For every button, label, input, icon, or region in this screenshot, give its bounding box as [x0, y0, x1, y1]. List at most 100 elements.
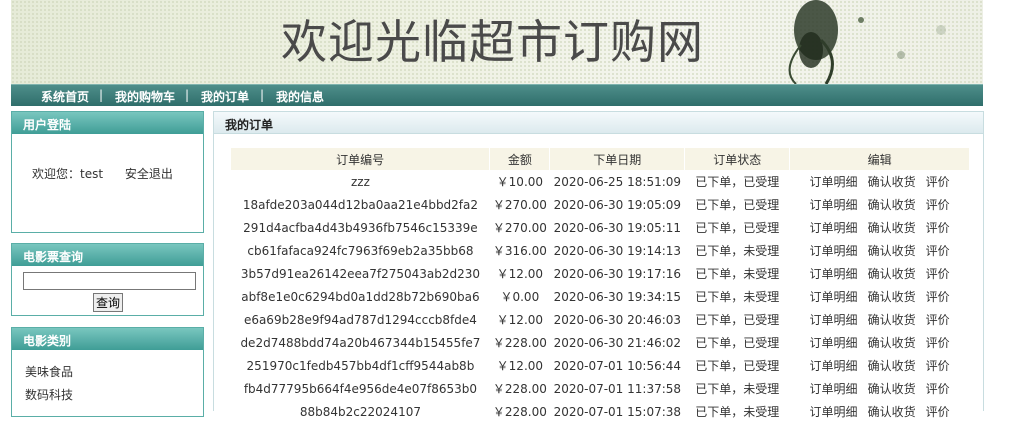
- review-link[interactable]: 评价: [926, 359, 950, 373]
- date-cell: 2020-07-01 15:07:38: [553, 404, 682, 419]
- confirm-receipt-link[interactable]: 确认收货: [868, 290, 916, 304]
- table-row: 88b84b2c22024107 ￥228.00 2020-07-01 15:07:…: [231, 400, 970, 423]
- movie-search-box: 电影票查询 查询: [11, 243, 204, 316]
- review-link[interactable]: 评价: [926, 175, 950, 189]
- review-link[interactable]: 评价: [926, 313, 950, 327]
- date-cell: 2020-07-01 10:56:44: [553, 358, 682, 373]
- order-detail-link[interactable]: 订单明细: [810, 267, 858, 281]
- status-cell: 已下单，未受理: [695, 405, 780, 419]
- confirm-receipt-link[interactable]: 确认收货: [868, 198, 916, 212]
- date-cell: 2020-06-30 19:05:11: [553, 220, 682, 235]
- category-item[interactable]: 美味食品: [25, 363, 73, 380]
- amount-cell: ￥228.00: [492, 336, 547, 350]
- table-row: fb4d77795b664f4e956de4e07f8653b0 ￥228.00 2…: [231, 377, 970, 400]
- movie-search-input[interactable]: [23, 272, 196, 290]
- table-row: de2d7488bdd74a20b467344b15455fe7 ￥228.00 2…: [231, 331, 970, 354]
- amount-cell: ￥270.00: [492, 221, 547, 235]
- welcome-text: 欢迎您：test: [32, 167, 104, 181]
- logout-link[interactable]: 安全退出: [125, 167, 173, 181]
- order-id-cell: 18afde203a044d12ba0aa21e4bbd2fa2: [242, 197, 479, 212]
- orders-panel: 我的订单 订单编号 金额 下单日期 订单状态 编辑 zzz ￥10.00 2020-…: [213, 111, 984, 419]
- order-detail-link[interactable]: 订单明细: [810, 336, 858, 350]
- status-cell: 已下单，未受理: [695, 244, 780, 258]
- nav-my-info[interactable]: 我的信息: [276, 88, 324, 105]
- nav-separator: |: [185, 88, 190, 102]
- amount-cell: ￥10.00: [496, 175, 544, 189]
- col-order-id: 订单编号: [231, 148, 491, 170]
- amount-cell: ￥316.00: [492, 244, 547, 258]
- status-cell: 已下单，已受理: [695, 336, 780, 350]
- amount-cell: ￥228.00: [492, 405, 547, 419]
- review-link[interactable]: 评价: [926, 290, 950, 304]
- review-link[interactable]: 评价: [926, 336, 950, 350]
- amount-cell: ￥228.00: [492, 382, 547, 396]
- order-id-cell: 88b84b2c22024107: [299, 404, 421, 419]
- nav-cart[interactable]: 我的购物车: [115, 88, 175, 105]
- orders-table: 订单编号 金额 下单日期 订单状态 编辑 zzz ￥10.00 2020-06-25…: [231, 148, 970, 423]
- order-detail-link[interactable]: 订单明细: [810, 290, 858, 304]
- order-id-cell: 251970c1fedb457bb4df1cff9544ab8b: [246, 358, 475, 373]
- login-box: 用户登陆 欢迎您：test 安全退出: [11, 111, 204, 233]
- table-row: zzz ￥10.00 2020-06-25 18:51:09 已下单，已受理 订单明细确…: [231, 170, 970, 193]
- actions-cell: 订单明细 确认收货 评价: [790, 239, 970, 262]
- status-cell: 已下单，已受理: [695, 359, 780, 373]
- date-cell: 2020-06-30 19:34:15: [553, 289, 682, 304]
- confirm-receipt-link[interactable]: 确认收货: [868, 405, 916, 419]
- review-link[interactable]: 评价: [926, 382, 950, 396]
- category-box-title: 电影类别: [12, 328, 203, 350]
- confirm-receipt-link[interactable]: 确认收货: [868, 175, 916, 189]
- order-id-cell: fb4d77795b664f4e956de4e07f8653b0: [243, 381, 478, 396]
- date-cell: 2020-06-30 19:14:13: [553, 243, 682, 258]
- order-detail-link[interactable]: 订单明细: [810, 244, 858, 258]
- confirm-receipt-link[interactable]: 确认收货: [868, 267, 916, 281]
- order-id-cell: abf8e1e0c6294bd0a1dd28b72b690ba6: [241, 289, 480, 304]
- table-row: e6a69b28e9f94ad787d1294cccb8fde4 ￥12.00 20…: [231, 308, 970, 331]
- amount-cell: ￥12.00: [496, 313, 544, 327]
- order-detail-link[interactable]: 订单明细: [810, 313, 858, 327]
- confirm-receipt-link[interactable]: 确认收货: [868, 244, 916, 258]
- review-link[interactable]: 评价: [926, 267, 950, 281]
- order-id-cell: zzz: [350, 174, 370, 189]
- order-id-cell: e6a69b28e9f94ad787d1294cccb8fde4: [243, 312, 477, 327]
- nav-orders[interactable]: 我的订单: [201, 88, 249, 105]
- category-item[interactable]: 数码科技: [25, 386, 73, 403]
- confirm-receipt-link[interactable]: 确认收货: [868, 382, 916, 396]
- status-cell: 已下单，未受理: [695, 267, 780, 281]
- table-row: abf8e1e0c6294bd0a1dd28b72b690ba6 ￥0.00 202…: [231, 285, 970, 308]
- order-detail-link[interactable]: 订单明细: [810, 221, 858, 235]
- status-cell: 已下单，已受理: [695, 313, 780, 327]
- date-cell: 2020-06-30 19:05:09: [553, 197, 682, 212]
- review-link[interactable]: 评价: [926, 244, 950, 258]
- table-row: 3b57d91ea26142eea7f275043ab2d230 ￥12.00 20…: [231, 262, 970, 285]
- table-header-row: 订单编号 金额 下单日期 订单状态 编辑: [231, 148, 970, 170]
- order-id-cell: cb61fafaca924fc7963f69eb2a35bb68: [247, 243, 474, 258]
- date-cell: 2020-06-30 19:17:16: [553, 266, 682, 281]
- actions-cell: 订单明细 确认收货 评价: [790, 308, 970, 331]
- order-id-cell: 291d4acfba4d43b4936fb7546c15339e: [243, 220, 478, 235]
- review-link[interactable]: 评价: [926, 198, 950, 212]
- order-detail-link[interactable]: 订单明细: [810, 198, 858, 212]
- confirm-receipt-link[interactable]: 确认收货: [868, 336, 916, 350]
- date-cell: 2020-06-25 18:51:09: [553, 174, 682, 189]
- order-detail-link[interactable]: 订单明细: [810, 382, 858, 396]
- confirm-receipt-link[interactable]: 确认收货: [868, 313, 916, 327]
- main-nav: 系统首页 | 我的购物车 | 我的订单 | 我的信息: [11, 84, 983, 106]
- login-box-title: 用户登陆: [12, 112, 203, 134]
- banner-plant-icon: [788, 0, 946, 84]
- nav-separator: |: [260, 88, 265, 102]
- search-button[interactable]: 查询: [93, 293, 123, 312]
- site-title: 欢迎光临超市订购网: [281, 15, 704, 69]
- col-amount: 金额: [489, 148, 551, 170]
- confirm-receipt-link[interactable]: 确认收货: [868, 221, 916, 235]
- order-detail-link[interactable]: 订单明细: [810, 359, 858, 373]
- order-id-cell: 3b57d91ea26142eea7f275043ab2d230: [240, 266, 481, 281]
- review-link[interactable]: 评价: [926, 221, 950, 235]
- order-detail-link[interactable]: 订单明细: [810, 175, 858, 189]
- review-link[interactable]: 评价: [926, 405, 950, 419]
- status-cell: 已下单，未受理: [695, 290, 780, 304]
- nav-home[interactable]: 系统首页: [41, 88, 89, 105]
- confirm-receipt-link[interactable]: 确认收货: [868, 359, 916, 373]
- order-detail-link[interactable]: 订单明细: [810, 405, 858, 419]
- actions-cell: 订单明细 确认收货 评价: [790, 216, 970, 239]
- table-row: 18afde203a044d12ba0aa21e4bbd2fa2 ￥270.00 2…: [231, 193, 970, 216]
